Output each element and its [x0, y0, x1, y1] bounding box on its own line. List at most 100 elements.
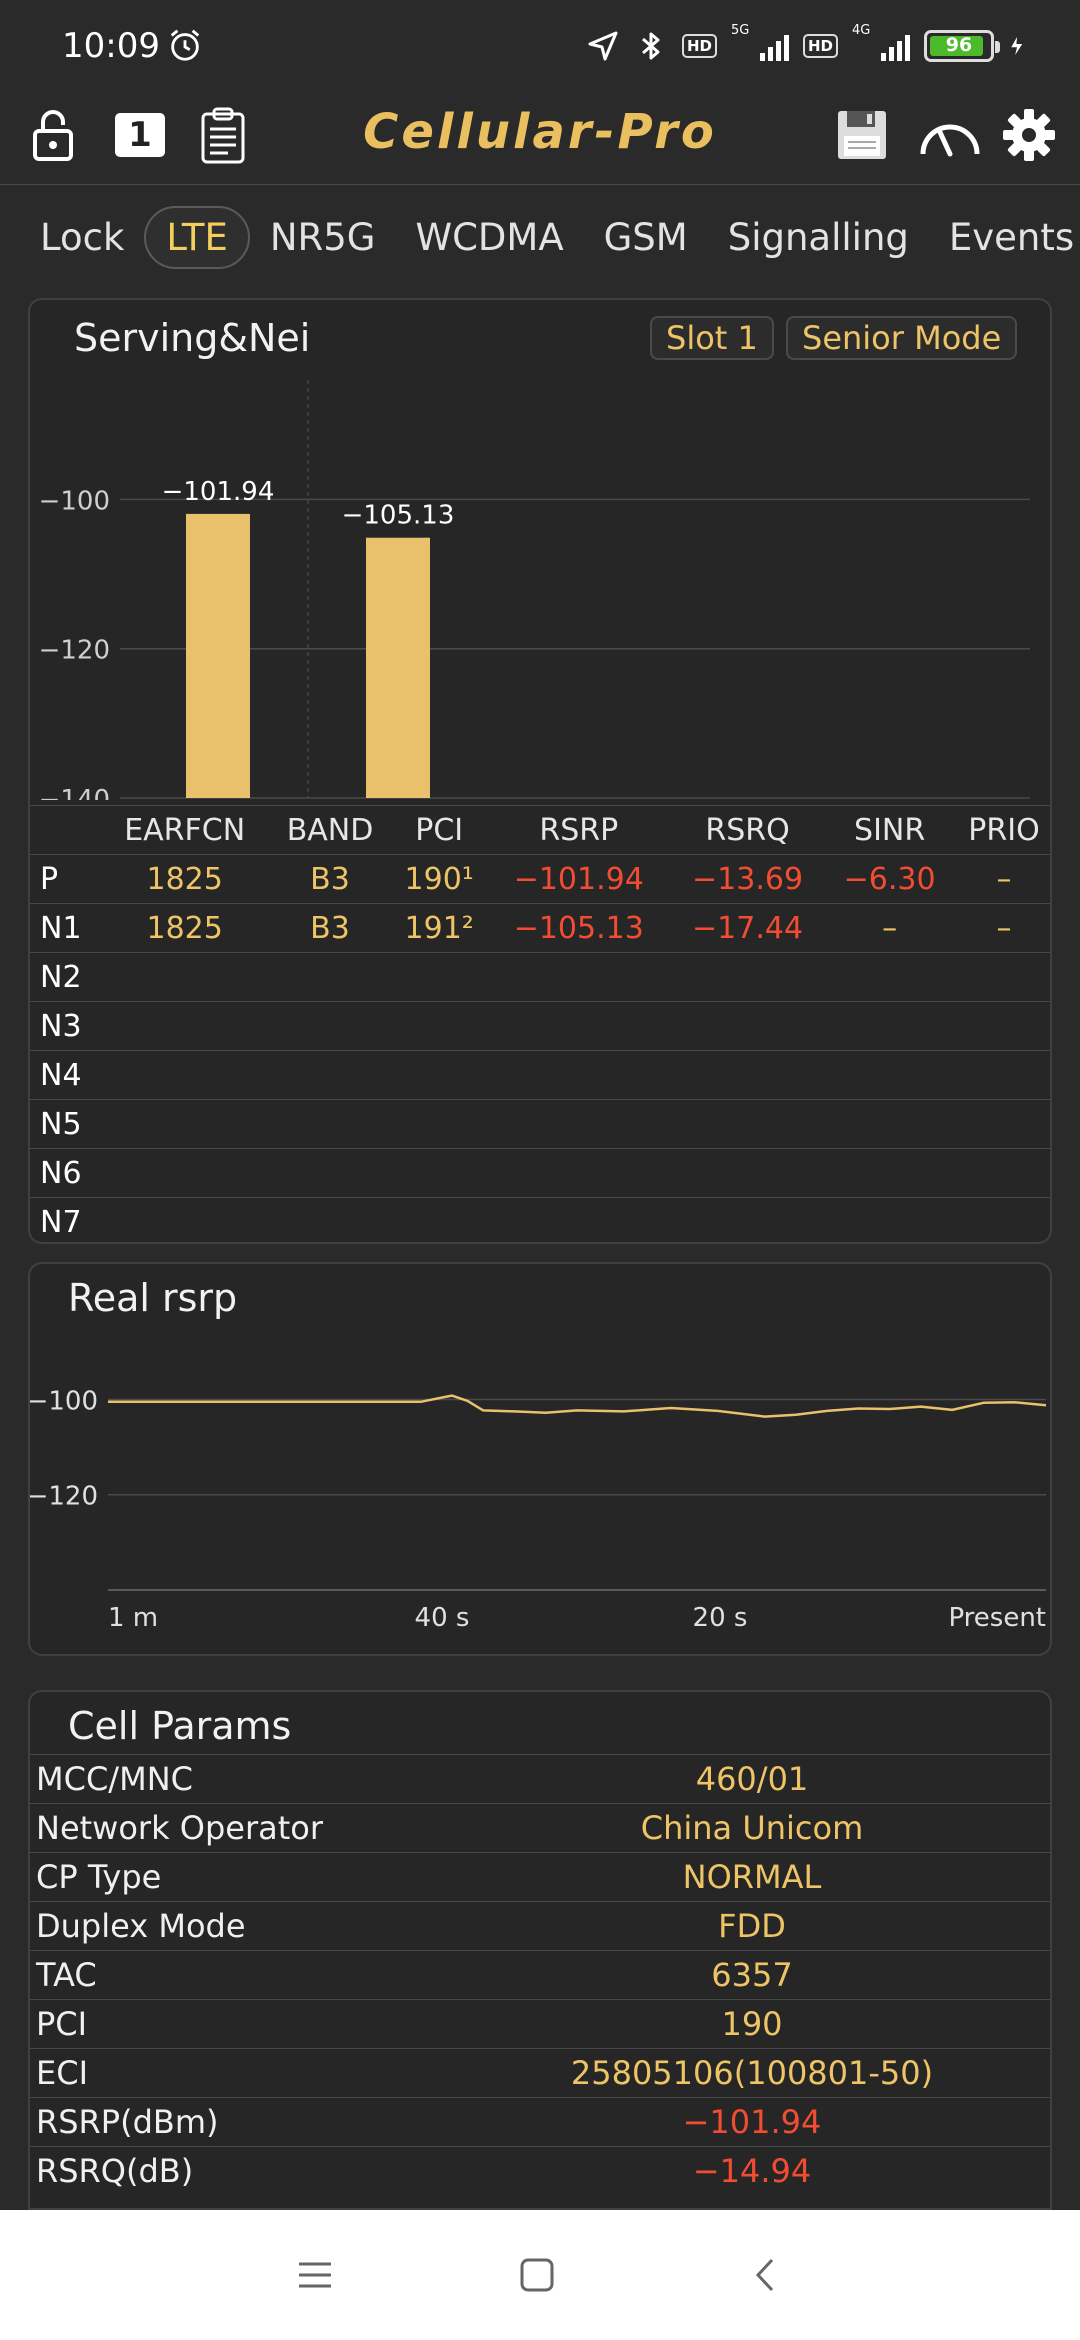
status-time: 10:09	[62, 26, 160, 66]
clipboard-button[interactable]	[188, 100, 258, 170]
table-row: P 1825 B3 190¹ −101.94 −13.69 −6.30 –	[30, 854, 1050, 904]
battery-icon: 96	[924, 30, 1000, 62]
cell-params-card: Cell Params MCC/MNC 460/01 Network Operato…	[28, 1690, 1052, 2210]
app-toolbar: 1 Cellular-Pro	[0, 90, 1080, 185]
param-row: Network Operator China Unicom	[30, 1803, 1050, 1853]
serving-bar-chart: −100−120−140−101.94190−105.13191	[39, 380, 1030, 800]
tab-gsm[interactable]: GSM	[584, 206, 708, 269]
home-square-icon	[520, 2258, 554, 2292]
param-row: RSRP(dBm) −101.94	[30, 2097, 1050, 2147]
table-row: N3	[30, 1001, 1050, 1051]
param-key: Network Operator	[30, 1803, 450, 1853]
alarm-icon	[170, 29, 200, 61]
cell-earfcn: 1825	[100, 903, 270, 953]
location-icon	[588, 31, 618, 61]
x-tick-label: Present	[948, 1603, 1046, 1633]
tab-nr5g[interactable]: NR5G	[250, 206, 396, 269]
back-nav-button[interactable]	[740, 2250, 790, 2300]
table-row: N6	[30, 1148, 1050, 1198]
param-value: 6357	[450, 1950, 1050, 2000]
cell-sinr: −6.30	[825, 854, 954, 904]
signal-5g-icon: 5G	[731, 23, 789, 63]
charging-icon	[1011, 36, 1023, 56]
param-key: MCC/MNC	[30, 1754, 450, 1804]
bar-data-label: −101.94	[162, 477, 275, 507]
y-tick-label: −120	[30, 1482, 98, 1512]
row-label: N5	[30, 1099, 100, 1149]
menu-nav-button[interactable]	[290, 2250, 340, 2300]
column-header-rsrq: RSRQ	[669, 805, 826, 855]
neighbor-table: EARFCN BAND PCI RSRP RSRQ SINR PRIO P 18…	[30, 805, 1050, 1242]
cell-rsrp: −105.13	[487, 903, 670, 953]
tab-bar: Lock LTE NR5G WCDMA GSM Signalling Event…	[0, 190, 1080, 285]
cell-band: B3	[269, 854, 391, 904]
speedtest-button[interactable]	[915, 100, 985, 170]
senior-mode-chip[interactable]: Senior Mode	[786, 316, 1018, 360]
param-row: Duplex Mode FDD	[30, 1901, 1050, 1951]
x-tick-label: 20 s	[693, 1603, 748, 1633]
rsrp-line-chart: −100 −120 1 m 40 s 20 s Present	[30, 1386, 1047, 1633]
param-row: MCC/MNC 460/01	[30, 1754, 1050, 1804]
home-nav-button[interactable]	[512, 2250, 562, 2300]
param-value: 25805106(100801-50)	[450, 2048, 1050, 2098]
row-label: N1	[30, 903, 100, 953]
param-key: CP Type	[30, 1852, 450, 1902]
tab-signalling[interactable]: Signalling	[708, 206, 929, 269]
cell-pci: 190¹	[390, 854, 488, 904]
row-label: N7	[30, 1197, 100, 1242]
cell-rsrq: −13.69	[669, 854, 826, 904]
param-value: FDD	[450, 1901, 1050, 1951]
menu-icon	[299, 2262, 331, 2288]
cell-rsrq: −17.44	[669, 903, 826, 953]
system-nav-bar	[0, 2210, 1080, 2340]
bar-data-label: −105.13	[342, 501, 455, 531]
tab-wcdma[interactable]: WCDMA	[395, 206, 583, 269]
tab-events[interactable]: Events	[929, 206, 1080, 269]
clipboard-icon	[201, 107, 245, 164]
param-value: China Unicom	[450, 1803, 1050, 1853]
table-row: N1 1825 B3 191² −105.13 −17.44 – –	[30, 903, 1050, 953]
y-tick-label: −140	[39, 785, 110, 800]
serving-neighbor-card: Serving&Nei Slot 1 Senior Mode −100 −120 −…	[28, 298, 1052, 1244]
param-row: ECI 25805106(100801-50)	[30, 2048, 1050, 2098]
row-label: N3	[30, 1001, 100, 1051]
x-tick-label: 40 s	[415, 1603, 470, 1633]
sim-select-button[interactable]: 1	[105, 100, 175, 170]
cell-pci: 191²	[390, 903, 488, 953]
cell-sinr: –	[825, 903, 954, 953]
table-row: N2	[30, 952, 1050, 1002]
settings-button[interactable]	[994, 100, 1064, 170]
tab-lte[interactable]: LTE	[144, 206, 250, 269]
y-tick-label: −100	[39, 486, 110, 516]
save-button[interactable]	[827, 100, 897, 170]
row-label: N2	[30, 952, 100, 1002]
param-row: RSRQ(dB) −14.94	[30, 2146, 1050, 2196]
bluetooth-icon	[641, 32, 660, 60]
slot-chip[interactable]: Slot 1	[650, 316, 774, 360]
save-icon	[838, 111, 886, 159]
hd-voice-badge: HD	[681, 34, 717, 58]
serving-card-title: Serving&Nei	[74, 316, 311, 360]
lock-button[interactable]	[18, 100, 88, 170]
tab-lock[interactable]: Lock	[20, 206, 144, 269]
hd-voice-badge-2: HD	[802, 34, 838, 58]
param-row: CP Type NORMAL	[30, 1852, 1050, 1902]
column-header-earfcn: EARFCN	[100, 805, 270, 855]
bar-191	[366, 537, 430, 798]
param-key: PCI	[30, 1999, 450, 2049]
y-tick-label: −120	[39, 636, 110, 666]
row-label: N6	[30, 1148, 100, 1198]
bar-190	[186, 513, 250, 798]
table-row: N5	[30, 1099, 1050, 1149]
param-value: 190	[450, 1999, 1050, 2049]
param-key: RSRQ(dB)	[30, 2146, 450, 2196]
gear-icon	[1003, 109, 1055, 161]
param-row: TAC 6357	[30, 1950, 1050, 2000]
y-tick-label: −100	[30, 1386, 98, 1416]
column-header-rsrp: RSRP	[487, 805, 670, 855]
real-rsrp-title: Real rsrp	[68, 1276, 238, 1320]
status-bar: 10:09 HD 5G HD 4G 96	[0, 0, 1080, 90]
speedometer-icon	[920, 124, 980, 157]
row-label: N4	[30, 1050, 100, 1100]
cell-params-title: Cell Params	[68, 1704, 292, 1748]
